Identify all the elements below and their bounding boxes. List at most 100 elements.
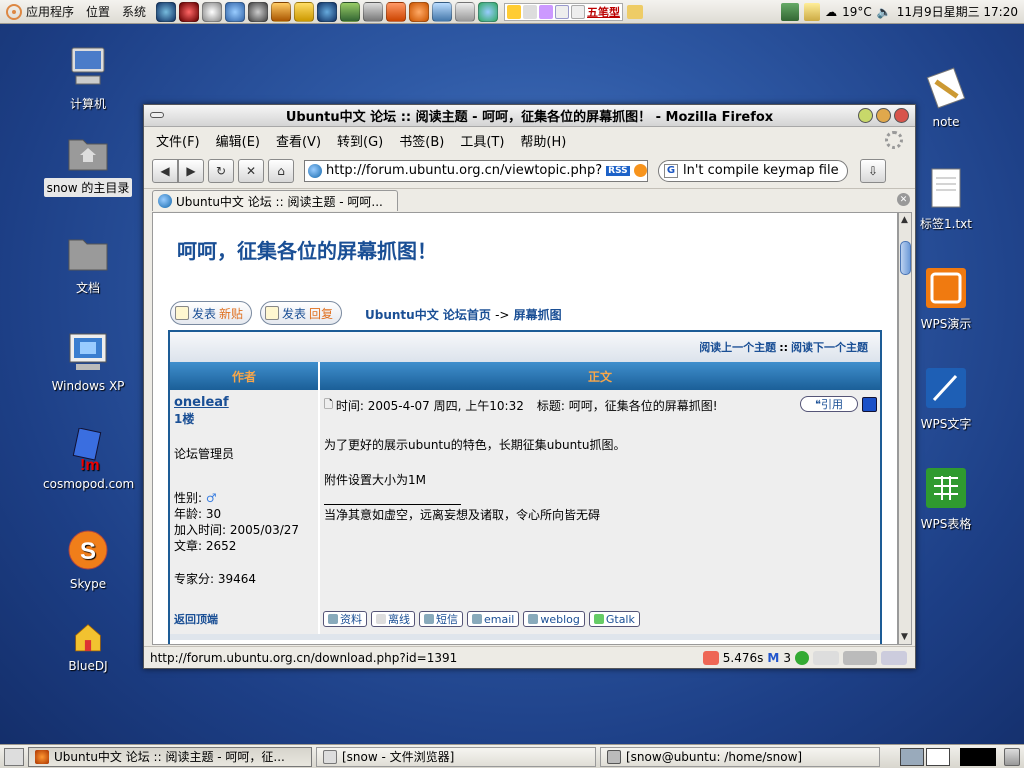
volume-icon[interactable]: 🔈 (877, 5, 892, 19)
back-button[interactable]: ◀ (152, 158, 178, 183)
package-launcher-icon[interactable] (271, 1, 292, 22)
url-bar[interactable]: http://forum.ubuntu.org.cn/viewtopic.php… (304, 159, 648, 182)
chat-launcher-icon[interactable] (225, 1, 246, 22)
menu-bookmarks[interactable]: 书签(B) (391, 131, 452, 150)
page-title[interactable]: 呵呵，征集各位的屏幕抓图！ (177, 235, 437, 264)
download-button[interactable]: ⇩ (860, 158, 886, 183)
quote-button[interactable]: ❝ 引用 (800, 396, 858, 412)
next-topic-link[interactable]: 阅读下一个主题 (791, 339, 868, 355)
show-desktop-button[interactable] (4, 747, 24, 766)
tray-app-icon[interactable] (627, 4, 644, 19)
window-menu-icon[interactable] (150, 112, 164, 118)
crumb-forum[interactable]: 屏幕抓图 (514, 308, 562, 322)
update-notifier-icon[interactable] (781, 2, 800, 21)
reload-button[interactable]: ↻ (208, 158, 234, 183)
feed-icon[interactable] (633, 164, 647, 177)
crumb-home[interactable]: Ubuntu中文 论坛首页 (365, 308, 491, 322)
reply-button[interactable]: 发表 回复 (260, 301, 343, 325)
tab-forum[interactable]: Ubuntu中文 论坛 :: 阅读主题 - 呵呵... (152, 190, 398, 211)
skype-launcher-icon[interactable] (409, 1, 430, 22)
menu-file[interactable]: 文件(F) (148, 131, 208, 150)
messenger-launcher-icon[interactable] (478, 1, 499, 22)
desktop-icon-computer[interactable]: 计算机 (40, 46, 136, 113)
terminal-launcher-icon[interactable] (363, 1, 384, 22)
pm-button[interactable]: 短信 (419, 611, 463, 627)
close-icon[interactable] (894, 108, 909, 123)
ime-mode-label[interactable]: 五笔型 (587, 4, 620, 20)
desktop-icon-skype[interactable]: S Skype (40, 528, 136, 592)
desktop-icon-bluedj[interactable]: BlueDJ (40, 620, 136, 674)
email-label: email (484, 612, 515, 626)
post-row: oneleaf 1楼 论坛管理员 性别: ♂ 年龄: 30 加入时间: 2005… (170, 390, 880, 604)
new-topic-button[interactable]: 发表 新贴 (170, 301, 253, 325)
prev-topic-link[interactable]: 阅读上一个主题 (699, 339, 776, 355)
weblog-button[interactable]: weblog (523, 611, 585, 627)
ime-toolbar[interactable]: 五笔型 (504, 2, 624, 21)
vertical-scrollbar[interactable]: ▲ ▼ (898, 212, 912, 645)
wps-writer-icon (926, 368, 966, 408)
menu-tools[interactable]: 工具(T) (452, 131, 512, 150)
system-monitor-graph[interactable] (960, 747, 996, 766)
profile-button[interactable]: 资料 (323, 611, 367, 627)
home-button[interactable]: ⌂ (268, 158, 294, 183)
search-bar[interactable]: G ln't compile keymap file (658, 159, 848, 182)
task-file-browser[interactable]: [snow - 文件浏览器] (316, 746, 596, 767)
maximize-icon[interactable] (876, 108, 891, 123)
fox-icon[interactable] (702, 650, 719, 665)
weather-icon[interactable]: ☁ (825, 5, 837, 19)
firefox-launcher-icon[interactable] (317, 1, 338, 22)
scroll-thumb[interactable] (900, 241, 911, 275)
office-launcher-icon[interactable] (386, 1, 407, 22)
desktop-icon-windows-xp[interactable]: Windows XP (40, 330, 136, 394)
task-firefox[interactable]: Ubuntu中文 论坛 :: 阅读主题 - 呵呵，征... (28, 746, 312, 767)
gtalk-button[interactable]: Gtalk (588, 611, 640, 627)
minimize-icon[interactable] (858, 108, 873, 123)
search-input[interactable]: ln't compile keymap file (683, 163, 839, 178)
browser-launcher-icon[interactable] (156, 1, 177, 22)
rain-cloud-icon[interactable] (843, 650, 877, 665)
gear-launcher-icon[interactable] (248, 1, 269, 22)
storm-icon[interactable] (881, 650, 907, 665)
pidgin-launcher-icon[interactable] (179, 1, 200, 22)
window-titlebar[interactable]: Ubuntu中文 论坛 :: 阅读主题 - 呵呵，征集各位的屏幕抓图！ - Mo… (144, 105, 915, 127)
online-status-button[interactable]: 离线 (371, 611, 415, 627)
signature-divider (324, 504, 461, 505)
back-to-top-link[interactable]: 返回顶端 (170, 604, 320, 634)
email-button[interactable]: email (467, 611, 520, 627)
desktop-icon-documents[interactable]: 文档 (40, 230, 136, 297)
system-menu[interactable]: 系统 (116, 3, 152, 20)
menu-edit[interactable]: 编辑(E) (208, 131, 268, 150)
notes-tray-icon[interactable] (804, 2, 821, 21)
desktop-icon-cosmopod[interactable]: !m cosmopod.com (40, 428, 136, 492)
author-name-link[interactable]: oneleaf (174, 395, 314, 410)
status-ok-icon[interactable] (795, 650, 809, 665)
clock-label[interactable]: 11月9日星期三 17:20 (897, 3, 1018, 20)
task-terminal[interactable]: [snow@ubuntu: /home/snow] (600, 746, 880, 767)
places-menu[interactable]: 位置 (80, 3, 116, 20)
forward-button[interactable]: ▶ (178, 158, 204, 183)
cloud-icon[interactable] (813, 650, 839, 665)
rss-icon[interactable]: RSS (606, 165, 630, 176)
menu-help[interactable]: 帮助(H) (512, 131, 574, 150)
gmail-icon[interactable]: M (767, 651, 779, 665)
trash-icon[interactable] (1004, 747, 1020, 766)
gtalk-icon (593, 614, 604, 624)
scroll-up-icon[interactable]: ▲ (901, 215, 908, 225)
tab-close-icon[interactable]: ✕ (897, 193, 910, 206)
applications-menu[interactable]: 应用程序 (0, 3, 80, 20)
calculator-launcher-icon[interactable] (455, 1, 476, 22)
clock-launcher-icon[interactable] (202, 1, 223, 22)
temperature-label[interactable]: 19°C (842, 5, 872, 19)
user-launcher-icon[interactable] (294, 1, 315, 22)
workspace-1[interactable] (900, 747, 924, 766)
edit-icon[interactable] (862, 397, 877, 412)
desktop-icon-home[interactable]: snow 的主目录 (40, 130, 136, 197)
menu-go[interactable]: 转到(G) (329, 131, 391, 150)
screen-launcher-icon[interactable] (432, 1, 453, 22)
google-icon[interactable]: G (664, 163, 678, 178)
book-launcher-icon[interactable] (340, 1, 361, 22)
scroll-down-icon[interactable]: ▼ (901, 632, 908, 642)
menu-view[interactable]: 查看(V) (268, 131, 329, 150)
workspace-2[interactable] (926, 747, 950, 766)
stop-button[interactable]: ✕ (238, 158, 264, 183)
